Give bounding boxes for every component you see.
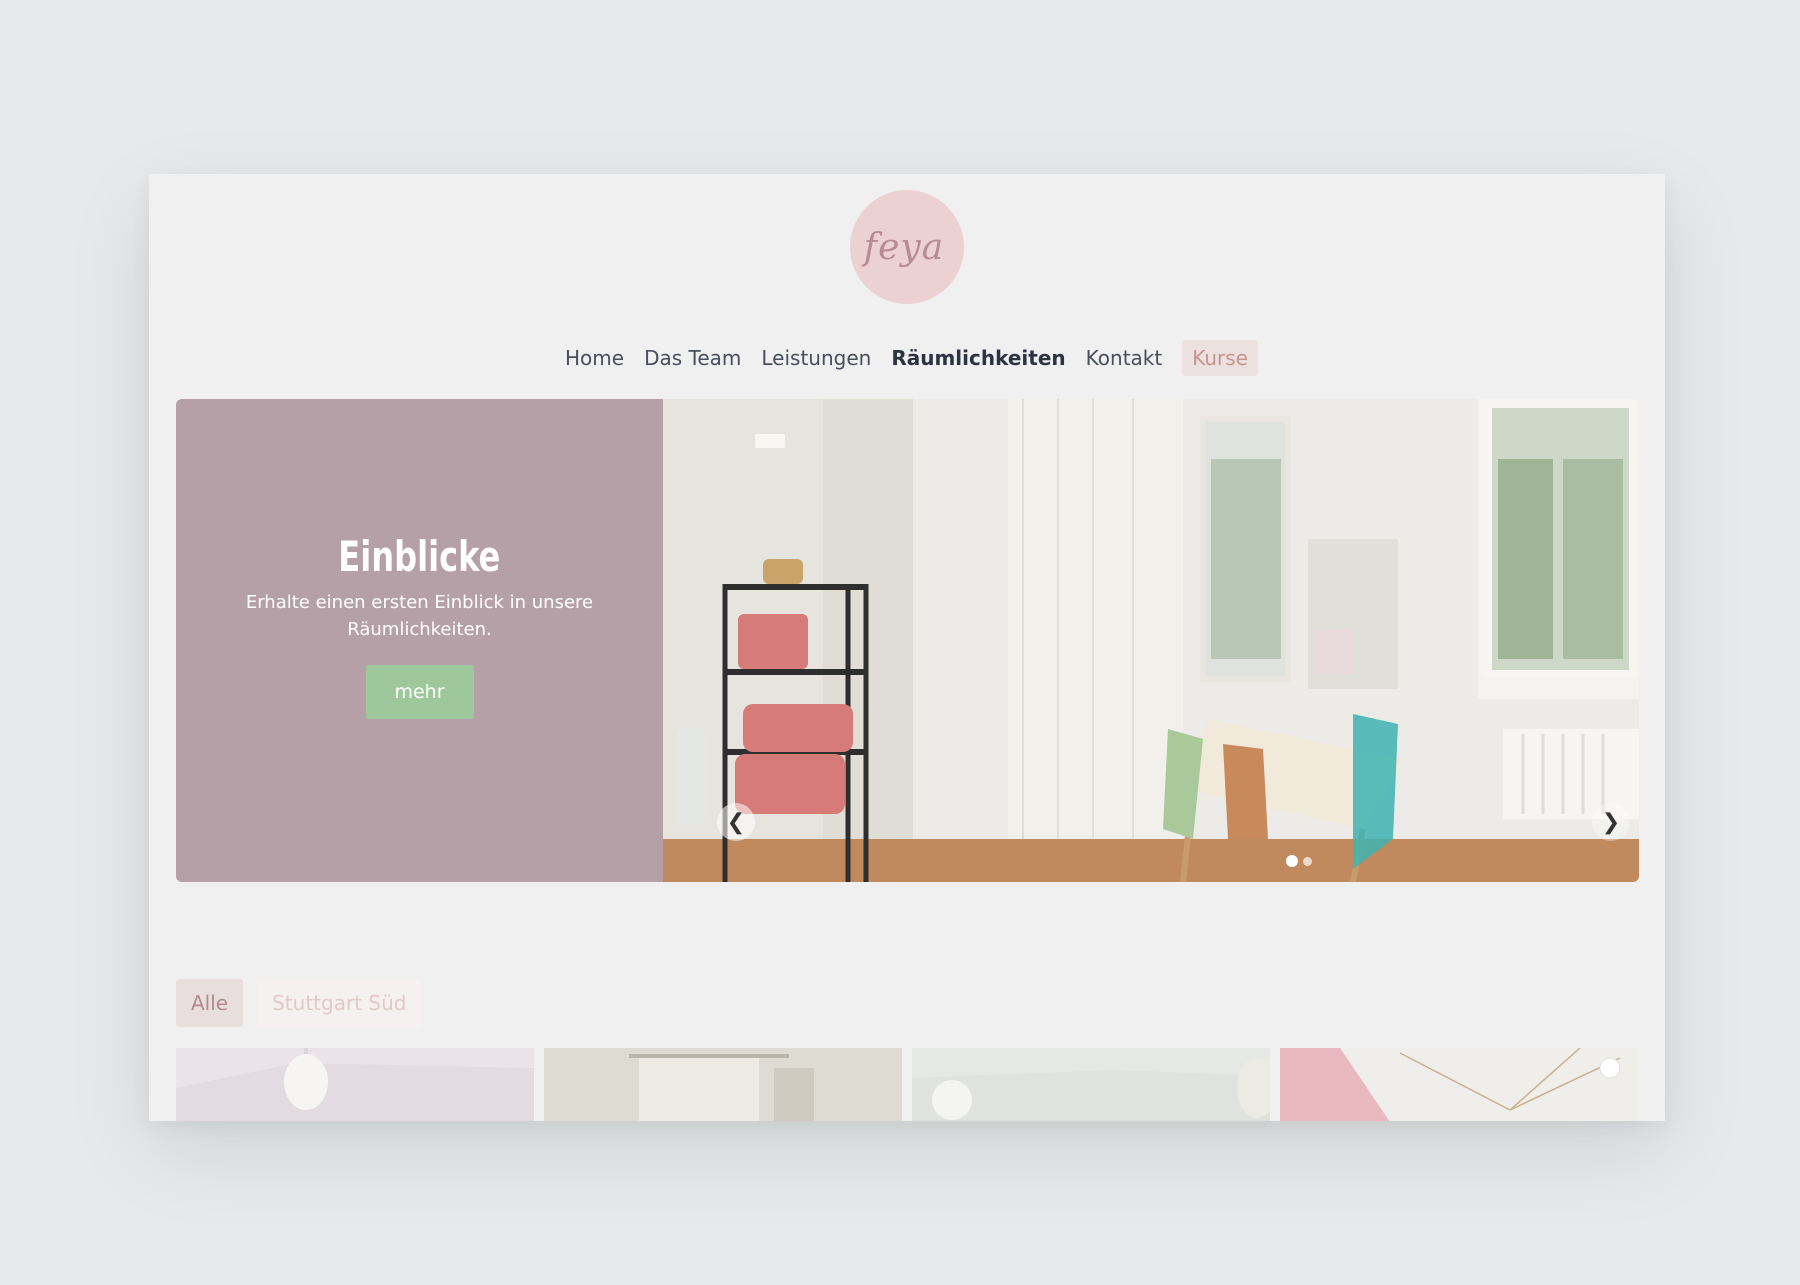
slider-dot-1[interactable]	[1286, 855, 1298, 867]
hero-title: Einblicke	[338, 532, 501, 581]
slider-prev-button[interactable]: ❮	[717, 803, 755, 841]
hero-slider: Einblicke Erhalte einen ersten Einblick …	[176, 399, 1639, 882]
room-thumb-3	[912, 1048, 1270, 1121]
hero-text-panel: Einblicke Erhalte einen ersten Einblick …	[176, 399, 663, 882]
gallery-image-1[interactable]	[176, 1048, 534, 1121]
slider-dot-2[interactable]	[1303, 856, 1312, 866]
nav-raeumlichkeiten[interactable]: Räumlichkeiten	[882, 340, 1074, 376]
main-nav: Home Das Team Leistungen Räumlichkeiten …	[149, 340, 1665, 376]
chevron-left-icon: ❮	[726, 809, 746, 835]
room-photo	[663, 399, 1639, 882]
hero-photo	[663, 399, 1639, 882]
nav-leistungen[interactable]: Leistungen	[752, 340, 880, 376]
site-logo[interactable]: feya	[850, 190, 964, 304]
nav-home[interactable]: Home	[556, 340, 633, 376]
nav-kurse[interactable]: Kurse	[1182, 340, 1258, 376]
gallery-filters: Alle Stuttgart Süd	[176, 979, 422, 1027]
gallery-grid	[176, 1048, 1638, 1121]
nav-kontakt[interactable]: Kontakt	[1077, 340, 1172, 376]
gallery-image-3[interactable]	[912, 1048, 1270, 1121]
gallery-image-4[interactable]	[1280, 1048, 1638, 1121]
room-thumb-1	[176, 1048, 534, 1121]
page-card: feya Home Das Team Leistungen Räumlichke…	[149, 174, 1665, 1121]
chevron-right-icon: ❯	[1601, 809, 1621, 835]
room-thumb-2	[544, 1048, 902, 1121]
filter-stuttgart-sued[interactable]: Stuttgart Süd	[257, 979, 422, 1027]
gallery-image-2[interactable]	[544, 1048, 902, 1121]
filter-alle[interactable]: Alle	[176, 979, 244, 1027]
slider-dots	[1286, 855, 1312, 867]
logo-wordmark: feya	[863, 226, 945, 268]
more-button[interactable]: mehr	[365, 665, 474, 719]
room-thumb-4	[1280, 1048, 1638, 1121]
hero-subtitle: Erhalte einen ersten Einblick in unsere …	[245, 592, 594, 640]
slider-next-button[interactable]: ❯	[1592, 803, 1630, 841]
nav-das-team[interactable]: Das Team	[635, 340, 750, 376]
